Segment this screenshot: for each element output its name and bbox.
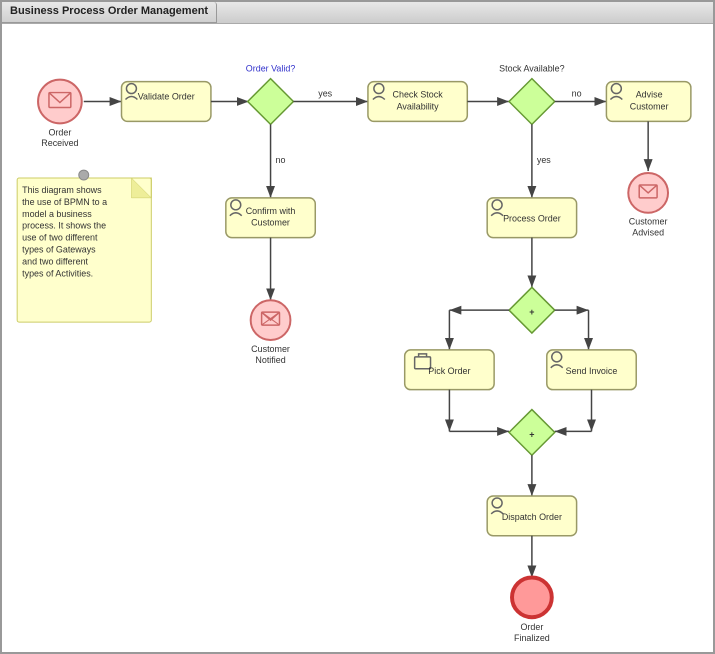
order-valid-gateway: [248, 79, 294, 125]
send-invoice-label: Send Invoice: [566, 366, 618, 376]
customer-notified-label2: Notified: [255, 355, 285, 365]
yes-label-2: yes: [537, 155, 551, 165]
diagram-area: This diagram shows the use of BPMN to a …: [2, 24, 713, 652]
advise-customer-label2: Customer: [630, 101, 669, 111]
no-label-2: no: [572, 89, 582, 99]
customer-advised-label2: Advised: [632, 228, 664, 238]
note-connector: [79, 170, 89, 180]
advise-customer-label1: Advise: [636, 90, 663, 100]
parallel-plus-2: +: [529, 429, 534, 439]
pick-order-label: Pick Order: [428, 366, 470, 376]
check-stock-label2: Availability: [397, 101, 440, 111]
check-stock-label1: Check Stock: [393, 90, 444, 100]
order-received-label: Order: [48, 127, 71, 137]
stock-available-label: Stock Available?: [499, 64, 564, 74]
yes-label-1: yes: [318, 89, 332, 99]
validate-order-label: Validate Order: [138, 92, 195, 102]
confirm-customer-label2: Customer: [251, 218, 290, 228]
main-window: Business Process Order Management This d…: [0, 0, 715, 654]
process-order-label: Process Order: [503, 214, 561, 224]
window-title: Business Process Order Management: [2, 2, 217, 23]
customer-notified-label1: Customer: [251, 344, 290, 354]
order-finalized-label1: Order: [520, 622, 543, 632]
dispatch-order-label: Dispatch Order: [502, 512, 562, 522]
parallel-plus-1: +: [529, 307, 534, 317]
stock-available-gateway: [509, 79, 555, 125]
end-event: [512, 577, 552, 617]
order-valid-label: Order Valid?: [246, 64, 296, 74]
no-label-1: no: [276, 155, 286, 165]
svg-text:Received: Received: [41, 138, 78, 148]
order-finalized-label2: Finalized: [514, 633, 550, 643]
confirm-customer-label1: Confirm with: [246, 206, 296, 216]
customer-advised-label1: Customer: [629, 217, 668, 227]
